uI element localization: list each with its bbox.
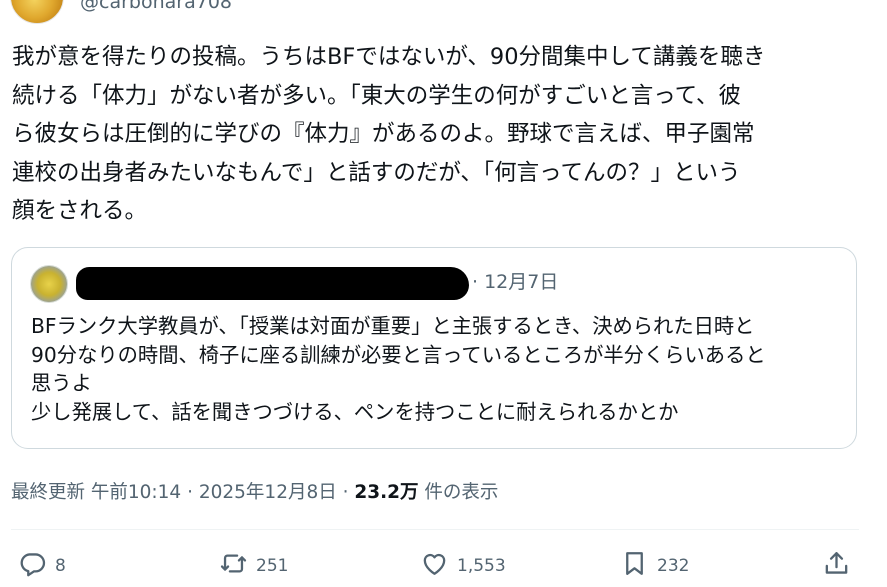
reply-count: 8	[55, 556, 66, 576]
redacted-author-name	[76, 267, 469, 300]
reply-icon	[18, 549, 47, 583]
tweet-meta: 最終更新 午前10:14 · 2025年12月8日 · 23.2万 件の表示	[11, 478, 498, 504]
author-avatar[interactable]	[10, 0, 64, 24]
quoted-tweet-text: BFランク大学教員が、「授業は対面が重要」と主張するとき、決められた日時と 90…	[31, 314, 766, 424]
reply-button[interactable]: 8	[18, 548, 66, 584]
repost-icon	[219, 549, 248, 583]
quoted-author-avatar[interactable]	[30, 265, 68, 303]
bookmark-icon	[620, 549, 649, 583]
share-icon	[822, 549, 851, 583]
bookmark-count: 232	[657, 556, 690, 576]
quoted-tweet-card[interactable]: · 12月7日 BFランク大学教員が、「授業は対面が重要」と主張するとき、決めら…	[11, 247, 857, 449]
repost-count: 251	[256, 556, 289, 576]
view-count-label: 件の表示	[418, 482, 499, 503]
quoted-tweet-date[interactable]: · 12月7日	[472, 267, 558, 294]
author-handle[interactable]: @carbonara708	[80, 0, 232, 13]
like-count: 1,553	[457, 556, 506, 576]
share-button[interactable]	[822, 548, 851, 584]
divider	[11, 529, 859, 530]
view-count: 23.2万	[354, 482, 419, 503]
bookmark-button[interactable]: 232	[620, 548, 689, 584]
repost-button[interactable]: 251	[219, 548, 288, 584]
timestamp-text[interactable]: 最終更新 午前10:14 · 2025年12月8日 ·	[11, 482, 354, 503]
like-button[interactable]: 1,553	[420, 548, 506, 584]
tweet-text: 我が意を得たりの投稿。うちはBFではないが、90分間集中して講義を聴き 続ける「…	[12, 44, 766, 224]
action-bar: 8 251 1,553 232	[0, 548, 887, 584]
like-icon	[420, 549, 449, 583]
